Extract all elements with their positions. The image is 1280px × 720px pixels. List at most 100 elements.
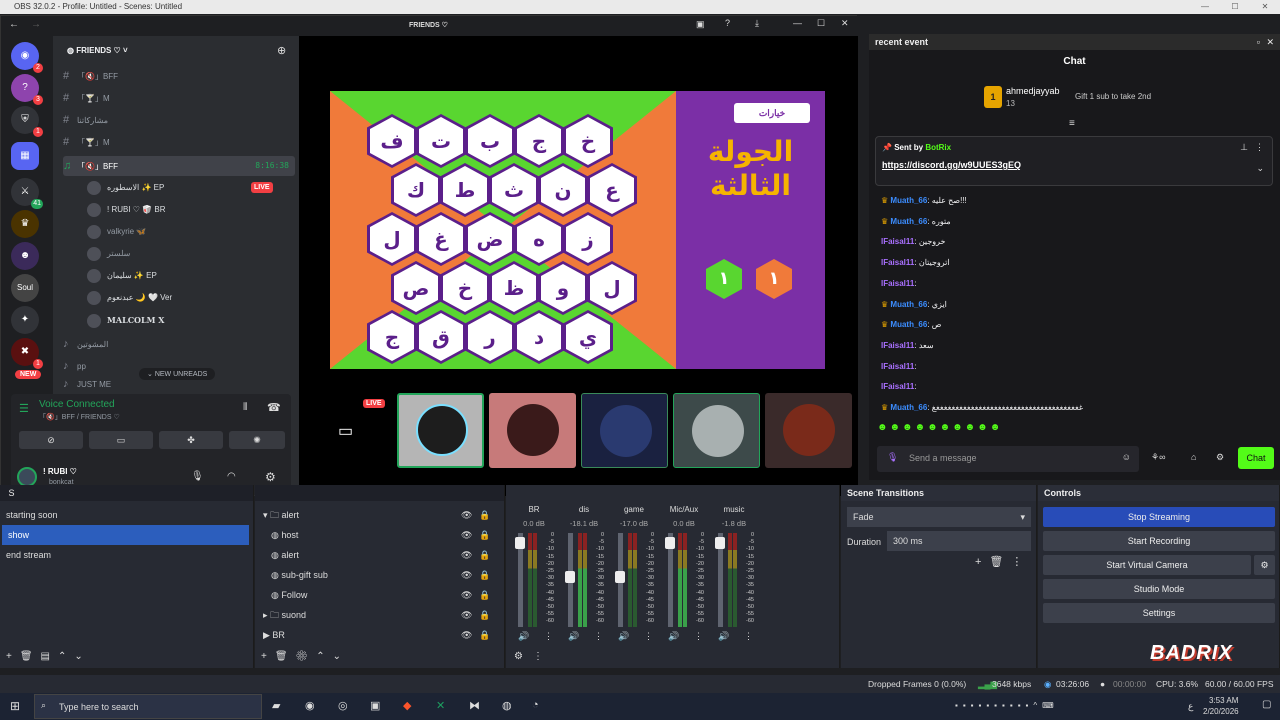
voice-channel-item[interactable]: ♪ المشوتين <box>63 334 295 354</box>
fader-handle[interactable] <box>515 537 525 549</box>
voice-user[interactable]: valkyrie 🦋 <box>87 222 287 242</box>
more-icon[interactable]: ⋮ <box>594 631 603 642</box>
close-icon[interactable]: ✕ <box>1266 34 1274 50</box>
chat-message[interactable]: lFaisal11: سعد <box>881 339 934 353</box>
chat-username[interactable]: Muath_66 <box>890 403 927 412</box>
chat-username[interactable]: Muath_66 <box>890 196 927 205</box>
infinity-icon[interactable]: ⚘∞ <box>1151 452 1165 463</box>
source-item[interactable]: ◍ sub-gift sub 👁 🔒 <box>255 565 504 585</box>
voice-channel-path[interactable]: 「🔇」BFF / FRIENDS ♡ <box>39 412 120 422</box>
fader-handle[interactable] <box>615 571 625 583</box>
gift-user[interactable]: ahmedjayyab <box>1006 86 1060 96</box>
active-voice-channel[interactable]: ♫ 「🔇」BFF 8:16:38 <box>63 156 295 176</box>
forward-arrow-icon[interactable]: → <box>31 19 41 30</box>
chat-username[interactable]: lFaisal11 <box>881 279 914 288</box>
noise-suppression-icon[interactable]: ⦀ <box>243 402 247 413</box>
close-icon[interactable]: ✕ <box>1250 0 1280 14</box>
server-header[interactable]: ◍ FRIENDS ♡ ˅ <box>67 46 128 55</box>
chat-message[interactable]: lFaisal11: اتروجيتان <box>881 256 950 270</box>
visibility-icon[interactable]: 👁 <box>461 505 472 525</box>
start-recording-button[interactable]: Start Recording <box>1043 531 1275 551</box>
new-badge[interactable]: NEW <box>15 370 42 379</box>
brave-icon[interactable]: ◆ <box>403 699 411 712</box>
pin-icon[interactable]: ⊥ <box>1240 142 1248 153</box>
source-toolbar[interactable]: +🗑⚙⌃⌄ <box>261 651 349 662</box>
pinned-link[interactable]: https://discord.gg/w9UUES3gEQ <box>882 160 1021 170</box>
screen-share-button[interactable]: ▭ <box>89 431 153 449</box>
lock-icon[interactable]: 🔒 <box>479 525 490 545</box>
chat-username[interactable]: lFaisal11 <box>881 382 914 391</box>
server-icon[interactable]: ? 3 <box>11 74 43 105</box>
speaker-icon[interactable]: 🔊 <box>518 631 529 642</box>
back-arrow-icon[interactable]: ← <box>9 19 19 30</box>
message-input[interactable]: 🎙 Send a message ☺ <box>877 446 1139 472</box>
activity-button[interactable]: ✤ <box>159 431 223 449</box>
windows-start-icon[interactable]: ⊞ <box>10 699 20 713</box>
server-icon[interactable]: ♛ <box>11 210 39 238</box>
duration-input[interactable]: 300 ms <box>887 531 1031 551</box>
notification-icon[interactable]: ▢ <box>1262 699 1271 710</box>
lock-icon[interactable]: 🔒 <box>479 565 490 585</box>
chat-message[interactable]: lFaisal11: <box>881 360 917 374</box>
voice-user[interactable]: سليمان ✨ EP <box>87 266 287 286</box>
voice-user[interactable]: ! RUBI ♡ 🥡 BR <box>87 200 287 220</box>
add-friend-icon[interactable]: ⊕ <box>277 44 286 57</box>
maximize-icon[interactable]: ☐ <box>1220 0 1250 14</box>
soundboard-button[interactable]: ✺ <box>229 431 285 449</box>
lock-icon[interactable]: 🔒 <box>479 505 490 525</box>
camera-off-button[interactable]: ⊘ <box>19 431 83 449</box>
server-icon[interactable]: ⛨ 1 <box>11 106 43 137</box>
more-icon[interactable]: ⋮ <box>644 631 653 642</box>
more-icon[interactable]: ⋮ <box>744 631 753 642</box>
channel-item[interactable]: # 「🍸」M <box>63 132 295 152</box>
lock-icon[interactable]: 🔒 <box>479 605 490 625</box>
scene-item[interactable]: end stream <box>0 545 253 565</box>
scene-item[interactable]: starting soon <box>0 505 253 525</box>
undock-icon[interactable]: ▫ <box>1257 34 1260 50</box>
help-icon[interactable]: ? <box>725 18 730 28</box>
capcut-icon[interactable]: ⧓ <box>469 699 480 712</box>
close-icon[interactable]: ✕ <box>841 18 849 29</box>
source-item[interactable]: ▾ 🗀 alert 👁 🔒 <box>255 505 504 525</box>
minimize-icon[interactable]: — <box>793 18 802 28</box>
chat-username[interactable]: Muath_66 <box>890 300 927 309</box>
avatar[interactable] <box>17 467 37 487</box>
server-icon[interactable]: ✦ <box>11 306 39 334</box>
visibility-icon[interactable]: 👁 <box>461 585 472 605</box>
participant-tile[interactable] <box>397 393 484 468</box>
more-icon[interactable]: ⋮ <box>1255 142 1264 153</box>
studio-mode-button[interactable]: Studio Mode <box>1043 579 1275 599</box>
settings-button[interactable]: Settings <box>1043 603 1275 623</box>
clock-time[interactable]: 3:53 AM <box>1209 696 1238 705</box>
channel-item[interactable]: # مشاركاتنا <box>63 110 295 130</box>
screen-share-tile[interactable]: ▭ LIVE <box>305 393 392 468</box>
chat-username[interactable]: lFaisal11 <box>881 237 914 246</box>
obs-icon[interactable]: ◍ <box>502 699 512 712</box>
emoji-icon[interactable]: ☺ <box>1122 452 1131 462</box>
scene-toolbar[interactable]: +🗑▤⌃⌄ <box>6 651 91 662</box>
voice-user[interactable]: الاسطوره ✨ EP LIVE <box>87 178 287 198</box>
visibility-icon[interactable]: 👁 <box>461 525 472 545</box>
speaker-icon[interactable]: 🔊 <box>568 631 579 642</box>
disconnect-icon[interactable]: ☎ <box>267 401 281 414</box>
source-item[interactable]: ▶ BR 👁 🔒 <box>255 625 504 645</box>
chrome-icon[interactable]: ◎ <box>338 699 348 712</box>
visibility-icon[interactable]: 👁 <box>461 545 472 565</box>
speaker-icon[interactable]: 🔊 <box>668 631 679 642</box>
server-icon[interactable]: Soul <box>11 274 39 302</box>
emote-bar[interactable]: ☻☻☻☻☻☻☻☻☻☻ <box>877 422 1077 436</box>
taskbar-search[interactable]: ⌕ Type here to search <box>34 694 262 719</box>
chat-message[interactable]: ♛ Muath_66: ص <box>881 318 941 332</box>
scene-item-selected[interactable]: show <box>2 525 249 545</box>
lock-icon[interactable]: 🔒 <box>479 545 490 565</box>
channel-item[interactable]: # 「🔇」BFF <box>63 66 295 86</box>
system-tray-icons[interactable]: ▪▪▪▪▪▪▪▪▪▪^⌨ <box>955 701 1059 710</box>
lock-icon[interactable]: 🔒 <box>479 585 490 605</box>
fader-handle[interactable] <box>715 537 725 549</box>
voice-user[interactable]: MALCOLM X <box>87 310 287 330</box>
server-icon[interactable]: ☻ <box>11 242 39 270</box>
download-icon[interactable]: ⤓ <box>755 18 759 29</box>
voice-user[interactable]: سلستر <box>87 244 287 264</box>
more-icon[interactable]: ⋮ <box>544 631 553 642</box>
expand-icon[interactable]: ≡ <box>1069 118 1075 129</box>
